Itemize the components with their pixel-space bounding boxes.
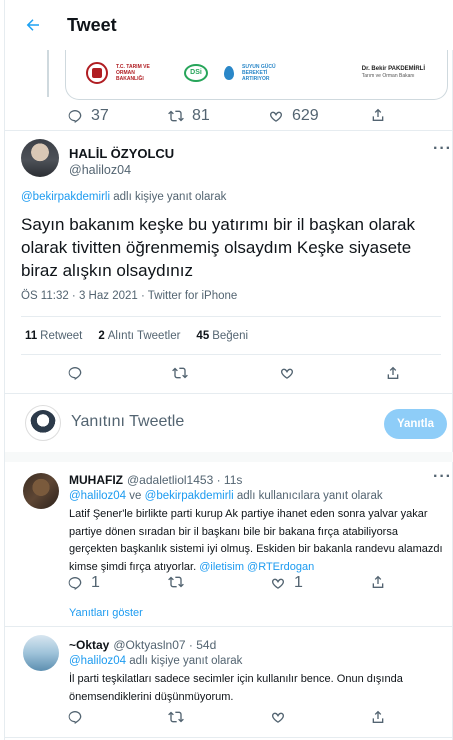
author-handle[interactable]: @haliloz04 xyxy=(69,163,131,177)
retweet-icon xyxy=(172,367,188,379)
reply-time[interactable]: · 11s xyxy=(217,473,243,487)
ministry-text: T.C. TARIM VE ORMAN BAKANLIĞI xyxy=(116,63,150,82)
like-action[interactable]: 1 xyxy=(270,574,303,592)
like-action[interactable] xyxy=(270,709,286,725)
reply-action[interactable] xyxy=(67,365,83,381)
retweet-icon xyxy=(168,576,184,588)
heart-icon xyxy=(281,368,293,379)
share-action[interactable] xyxy=(385,365,401,381)
reply-text: İl parti teşkilatları sadece secimler iç… xyxy=(69,673,403,703)
share-action[interactable] xyxy=(370,574,386,590)
avatar[interactable] xyxy=(23,635,59,671)
divider xyxy=(5,130,453,131)
share-icon xyxy=(372,108,384,121)
retweet-action[interactable] xyxy=(168,709,184,725)
tweet-media-card[interactable]: T.C. TARIM VE ORMAN BAKANLIĞI DSi SUYUN … xyxy=(65,46,448,100)
reply-icon xyxy=(68,110,82,123)
divider xyxy=(5,626,453,627)
my-avatar[interactable] xyxy=(25,405,61,441)
retweet-action[interactable] xyxy=(168,574,184,590)
more-options-icon[interactable]: ··· xyxy=(433,468,452,486)
reply-header: ~Oktay @Oktyasln07 · 54d xyxy=(69,638,216,652)
reply-author-handle[interactable]: @adaletliol1453 xyxy=(127,473,213,487)
reply-author-handle[interactable]: @Oktyasln07 xyxy=(113,638,185,652)
reply-icon xyxy=(68,711,82,724)
tweet-text: Sayın bakanım keşke bu yatırımı bir il b… xyxy=(21,215,416,280)
mention-link[interactable]: @haliloz04 xyxy=(69,490,126,502)
avatar[interactable] xyxy=(23,473,59,509)
like-count: 629 xyxy=(292,107,319,124)
reply-count: 37 xyxy=(91,107,109,124)
mention-link[interactable]: @haliloz04 xyxy=(69,655,126,667)
reply-icon xyxy=(68,367,82,380)
retweet-action[interactable] xyxy=(172,365,188,381)
reply-icon xyxy=(68,577,82,590)
reply-action[interactable]: 37 xyxy=(67,107,109,125)
heart-icon xyxy=(272,578,284,589)
tweet-page: Tweet T.C. TARIM VE ORMAN BAKANLIĞI DSi … xyxy=(4,0,453,740)
divider xyxy=(5,737,453,738)
like-count: 1 xyxy=(294,574,303,591)
divider xyxy=(21,354,441,355)
ministry-logo xyxy=(86,61,108,84)
retweet-icon xyxy=(168,711,184,723)
thread-line xyxy=(47,44,49,97)
share-icon xyxy=(372,710,384,723)
media-signature: Dr. Bekir PAKDEMİRLİ Tarım ve Orman Baka… xyxy=(361,66,425,79)
reply-count: 1 xyxy=(91,574,100,591)
stat-retweets[interactable]: 11 Retweet xyxy=(25,330,82,342)
stat-likes[interactable]: 45 Beğeni xyxy=(196,330,248,342)
tweet-meta[interactable]: ÖS 11:32 · 3 Haz 2021 · Twitter for iPho… xyxy=(21,290,237,302)
mention-link[interactable]: @bekirpakdemirli xyxy=(145,490,234,502)
share-icon xyxy=(372,575,384,588)
heart-icon xyxy=(270,111,282,122)
reply-header: MUHAFIZ @adaletliol1453 · 11s xyxy=(69,473,242,487)
arrow-left-icon xyxy=(26,19,39,31)
like-action[interactable]: 629 xyxy=(268,107,319,125)
author-name[interactable]: HALİL ÖZYOLCU xyxy=(69,146,174,161)
reply-author-name[interactable]: ~Oktay xyxy=(69,638,109,652)
retweet-action[interactable]: 81 xyxy=(168,107,210,125)
retweet-icon xyxy=(168,110,184,122)
stat-quotes[interactable]: 2 Alıntı Tweetler xyxy=(98,330,180,342)
section-spacer xyxy=(5,452,453,462)
reply-action[interactable]: 1 xyxy=(67,574,100,592)
share-action[interactable] xyxy=(370,709,386,725)
reply-text: Latif Şener'le birlikte parti kurup Ak p… xyxy=(69,508,443,573)
back-button[interactable] xyxy=(15,7,51,43)
dsi-logo: DSi xyxy=(184,63,208,82)
reply-context: @haliloz04 ve @bekirpakdemirli adlı kull… xyxy=(69,490,383,502)
divider xyxy=(5,393,453,394)
avatar[interactable] xyxy=(21,139,59,177)
reply-time[interactable]: · 54d xyxy=(189,638,216,652)
reply-context: @bekirpakdemirli adlı kişiye yanıt olara… xyxy=(21,191,227,203)
reply-context: @haliloz04 adlı kişiye yanıt olarak xyxy=(69,655,243,667)
slogan-text: SUYUN GÜCÜ BEREKETİ ARTIRIYOR xyxy=(242,63,276,82)
mention-link[interactable]: @RTErdogan xyxy=(247,561,314,573)
share-icon xyxy=(387,366,399,379)
profile-logo-icon xyxy=(30,410,56,436)
share-action[interactable] xyxy=(370,107,386,123)
water-drop-logo xyxy=(224,65,234,80)
reply-input[interactable]: Yanıtını Tweetle xyxy=(71,413,184,431)
more-options-icon[interactable]: ··· xyxy=(433,140,452,158)
retweet-count: 81 xyxy=(192,107,210,124)
reply-button[interactable]: Yanıtla xyxy=(384,409,447,439)
divider xyxy=(21,316,441,317)
show-replies-link[interactable]: Yanıtları göster xyxy=(69,607,143,619)
page-title: Tweet xyxy=(67,14,117,35)
tweet-stats: 11 Retweet 2 Alıntı Tweetler 45 Beğeni xyxy=(25,330,248,342)
mention-link[interactable]: @bekirpakdemirli xyxy=(21,191,110,203)
mention-link[interactable]: @iletisim xyxy=(199,561,244,573)
reply-author-name[interactable]: MUHAFIZ xyxy=(69,473,123,487)
heart-icon xyxy=(272,712,284,723)
like-action[interactable] xyxy=(279,365,295,381)
page-header: Tweet xyxy=(5,0,453,50)
reply-action[interactable] xyxy=(67,709,83,725)
